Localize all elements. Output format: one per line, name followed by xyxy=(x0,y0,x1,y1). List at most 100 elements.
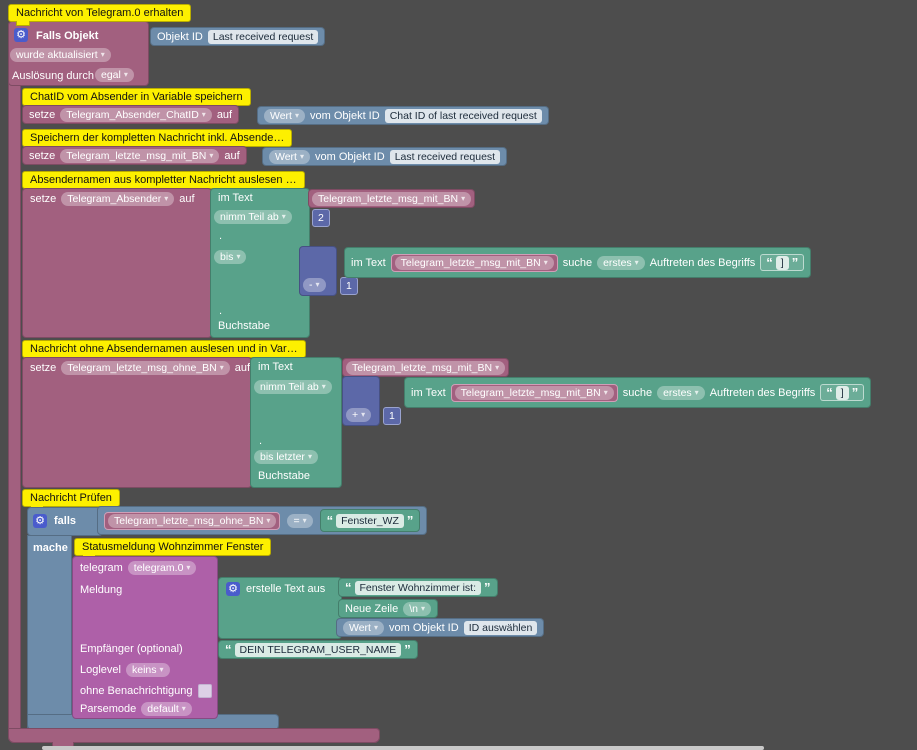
variable-dropdown[interactable]: Telegram_letzte_msg_mit_BN xyxy=(312,191,472,206)
number-shadow-block[interactable]: 2 xyxy=(312,209,330,227)
text-input[interactable]: Fenster Wohnzimmer ist: xyxy=(354,580,481,595)
open-quote-icon xyxy=(225,642,232,657)
mutator-gear-icon[interactable] xyxy=(33,514,47,528)
mutator-gear-icon[interactable] xyxy=(226,582,240,596)
vom-objekt-id-label: vom Objekt ID xyxy=(315,150,385,163)
find-text-block[interactable]: im Text Telegram_letzte_msg_mit_BN suche… xyxy=(404,377,872,408)
buchstabe-label: Buchstabe xyxy=(218,320,270,332)
dot-label: . xyxy=(259,435,263,447)
parsemode-dropdown[interactable]: default xyxy=(141,701,192,716)
newline-block[interactable]: Neue Zeile \n xyxy=(338,599,438,618)
text-shadow-block[interactable]: ] xyxy=(760,254,805,271)
text-value-block[interactable]: Fenster Wohnzimmer ist: xyxy=(338,578,498,597)
get-value-block[interactable]: Wert vom Objekt ID Chat ID of last recei… xyxy=(257,106,549,125)
substring-from-dropdown[interactable]: nimm Teil ab xyxy=(214,210,292,224)
trigger-objekt-id-block[interactable]: Objekt ID Last received request xyxy=(150,27,326,46)
set-sender-row: setze Telegram_Absender auf xyxy=(24,189,201,208)
silent-checkbox[interactable] xyxy=(197,683,212,698)
empfaenger-input[interactable]: DEIN TELEGRAM_USER_NAME xyxy=(234,642,402,657)
trigger-updated-dropdown[interactable]: wurde aktualisiert xyxy=(10,48,111,62)
suche-label: suche xyxy=(622,386,653,399)
get-value-block[interactable]: Wert vom Objekt ID ID auswählen xyxy=(336,618,545,637)
compare-op-dropdown[interactable]: = xyxy=(287,513,313,528)
substring-to-dropdown[interactable]: bis letzter xyxy=(254,450,318,464)
loglevel-dropdown[interactable]: keins xyxy=(125,662,170,677)
objekt-id-input[interactable]: Chat ID of last received request xyxy=(384,108,542,123)
parsemode-label: Parsemode xyxy=(80,702,137,715)
objekt-id-input[interactable]: Last received request xyxy=(207,29,319,44)
math-op-dropdown[interactable]: + xyxy=(346,408,372,422)
comment-parse-sender[interactable]: Absendernamen aus kompletter Nachricht a… xyxy=(22,171,305,193)
variable-get-block[interactable]: Telegram_letzte_msg_mit_BN xyxy=(450,383,618,402)
trigger-title: Falls Objekt xyxy=(36,30,99,42)
comment-check[interactable]: Nachricht Prüfen xyxy=(22,489,120,511)
substring-from-dropdown[interactable]: nimm Teil ab xyxy=(254,380,332,394)
auftreten-label: Auftreten des Begriffs xyxy=(709,386,816,399)
mutator-gear-icon[interactable] xyxy=(14,28,28,42)
comment-trigger[interactable]: Nachricht von Telegram.0 erhalten xyxy=(8,4,192,26)
variable-get-block[interactable]: Telegram_letzte_msg_mit_BN xyxy=(308,189,476,208)
wert-dropdown[interactable]: Wert xyxy=(264,108,305,123)
term-input[interactable]: ] xyxy=(775,255,789,270)
newline-dropdown[interactable]: \n xyxy=(403,601,431,616)
number-shadow-block[interactable]: 1 xyxy=(340,277,358,295)
setze-label: setze xyxy=(29,149,56,162)
variable-dropdown[interactable]: Telegram_letzte_msg_mit_BN xyxy=(454,385,614,400)
trigger-block-bottom-overlay[interactable] xyxy=(8,728,380,743)
comment-set-full-msg[interactable]: Speichern der kompletten Nachricht inkl.… xyxy=(22,129,293,151)
objekt-id-label: Objekt ID xyxy=(157,30,203,43)
dot-label: . xyxy=(219,305,223,317)
wert-dropdown[interactable]: Wert xyxy=(269,149,310,164)
variable-dropdown[interactable]: Telegram_letzte_msg_mit_BN xyxy=(394,255,554,270)
find-mode-dropdown[interactable]: erstes xyxy=(657,385,705,400)
horizontal-scrollbar[interactable] xyxy=(42,746,764,750)
set-chatid-block[interactable]: setze Telegram_Absender_ChatID auf xyxy=(22,105,240,124)
variable-dropdown[interactable]: Telegram_Absender_ChatID xyxy=(60,107,212,122)
wert-dropdown[interactable]: Wert xyxy=(343,620,384,635)
trigger-block-spine[interactable] xyxy=(8,21,21,732)
variable-dropdown[interactable]: Telegram_letzte_msg_ohne_BN xyxy=(108,513,277,528)
set-sender-block[interactable] xyxy=(22,188,212,338)
set-full-msg-block[interactable]: setze Telegram_letzte_msg_mit_BN auf xyxy=(22,146,247,165)
number-shadow-block[interactable]: 1 xyxy=(383,407,401,425)
substring-block[interactable] xyxy=(250,357,342,488)
get-value-block[interactable]: Wert vom Objekt ID Last received request xyxy=(262,147,508,166)
comment-status-message[interactable]: Statusmeldung Wohnzimmer Fenster xyxy=(74,538,272,560)
variable-get-block[interactable]: Telegram_letzte_msg_mit_BN xyxy=(342,358,510,377)
im-text-label: im Text xyxy=(218,192,253,204)
meldung-label: Meldung xyxy=(80,584,123,596)
open-quote-icon xyxy=(327,513,334,528)
objekt-id-input[interactable]: ID auswählen xyxy=(463,620,538,635)
variable-dropdown[interactable]: Telegram_letzte_msg_mit_BN xyxy=(60,148,220,163)
auf-label: auf xyxy=(216,108,233,121)
text-value-block[interactable]: DEIN TELEGRAM_USER_NAME xyxy=(218,640,418,659)
loglevel-row: Loglevel keins xyxy=(74,660,176,679)
find-mode-dropdown[interactable]: erstes xyxy=(597,255,645,270)
variable-get-block[interactable]: Telegram_letzte_msg_mit_BN xyxy=(390,253,558,272)
comment-set-chatid[interactable]: ChatID vom Absender in Variable speicher… xyxy=(22,88,251,110)
variable-dropdown[interactable]: Telegram_letzte_msg_mit_BN xyxy=(346,360,506,375)
compare-block[interactable]: Telegram_letzte_msg_ohne_BN = Fenster_WZ xyxy=(97,506,428,535)
comment-parse-message[interactable]: Nachricht ohne Absendernamen auslesen un… xyxy=(22,340,306,362)
close-quote-icon xyxy=(407,513,414,528)
telegram-instance-dropdown[interactable]: telegram.0 xyxy=(127,560,197,575)
find-text-block[interactable]: im Text Telegram_letzte_msg_mit_BN suche… xyxy=(344,247,812,278)
close-quote-icon xyxy=(792,255,799,270)
substring-to-dropdown[interactable]: bis xyxy=(214,250,247,264)
term-input[interactable]: ] xyxy=(835,385,849,400)
if-block-spine[interactable] xyxy=(27,535,72,731)
dot-label: . xyxy=(219,230,223,242)
blockly-workspace: Nachricht von Telegram.0 erhalten Falls … xyxy=(0,0,917,750)
objekt-id-input[interactable]: Last received request xyxy=(389,149,501,164)
math-op-dropdown[interactable]: - xyxy=(303,278,326,292)
auf-label: auf xyxy=(179,192,195,205)
variable-get-block[interactable]: Telegram_letzte_msg_ohne_BN xyxy=(104,511,281,530)
text-value-block[interactable]: Fenster_WZ xyxy=(319,509,421,532)
im-text-label: im Text xyxy=(411,386,446,399)
compare-value-input[interactable]: Fenster_WZ xyxy=(336,513,404,528)
variable-dropdown[interactable]: Telegram_Absender xyxy=(61,191,175,206)
text-shadow-block[interactable]: ] xyxy=(820,384,865,401)
trigger-by-dropdown[interactable]: egal xyxy=(95,68,134,82)
set-message-row: setze Telegram_letzte_msg_ohne_BN auf xyxy=(24,358,256,377)
variable-dropdown[interactable]: Telegram_letzte_msg_ohne_BN xyxy=(61,360,230,375)
